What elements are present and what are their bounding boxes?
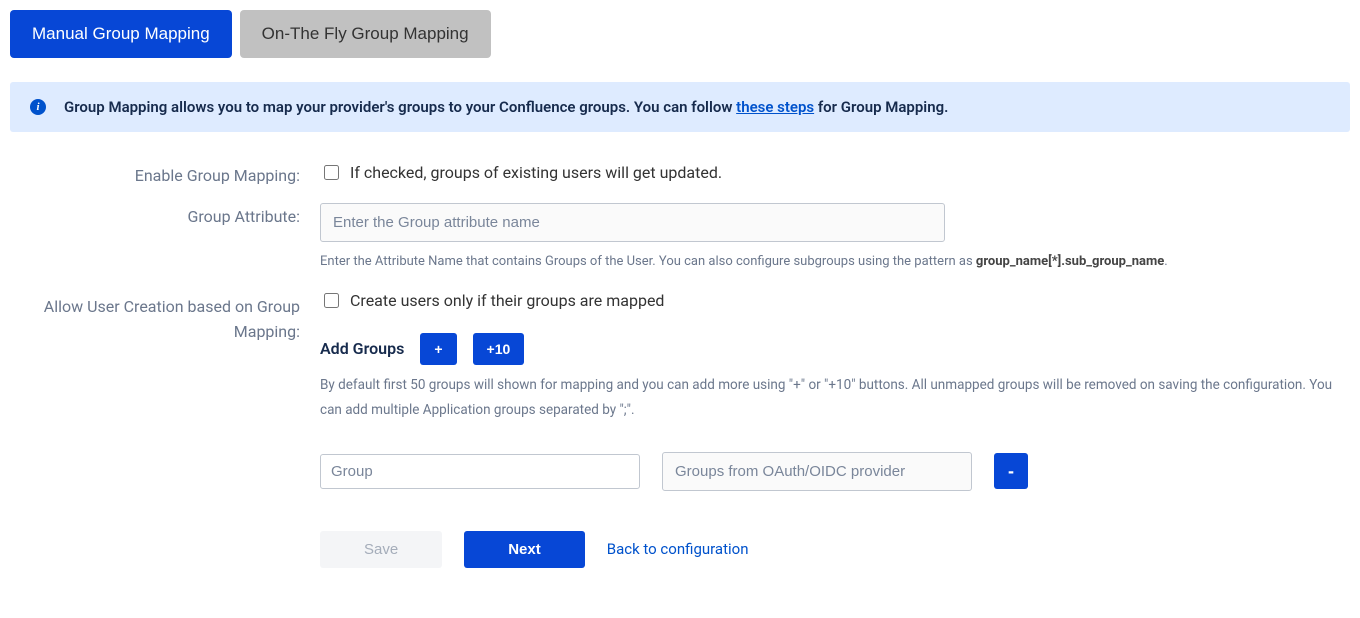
enable-group-mapping-label: Enable Group Mapping:	[20, 162, 320, 185]
info-banner-text: Group Mapping allows you to map your pro…	[64, 98, 948, 116]
group-attribute-help-bold: group_name[*].sub_group_name	[976, 254, 1164, 269]
group-attribute-label: Group Attribute:	[20, 203, 320, 226]
group-name-input[interactable]	[320, 454, 640, 489]
info-icon: i	[30, 99, 46, 115]
allow-user-creation-label: Allow User Creation based on Group Mappi…	[20, 290, 320, 345]
action-button-row: Save Next Back to configuration	[320, 531, 1350, 568]
save-button[interactable]: Save	[320, 531, 442, 568]
back-to-configuration-link[interactable]: Back to configuration	[607, 540, 749, 558]
tabs: Manual Group Mapping On-The Fly Group Ma…	[10, 10, 1350, 58]
provider-groups-input[interactable]	[662, 452, 972, 491]
info-banner-prefix: Group Mapping allows you to map your pro…	[64, 98, 736, 116]
group-attribute-input[interactable]	[320, 203, 945, 242]
group-attribute-help: Enter the Attribute Name that contains G…	[320, 252, 1350, 272]
add-groups-label: Add Groups	[320, 339, 404, 358]
next-button[interactable]: Next	[464, 531, 585, 568]
tab-on-the-fly-group-mapping[interactable]: On-The Fly Group Mapping	[240, 10, 491, 58]
form-content: Enable Group Mapping: If checked, groups…	[10, 162, 1350, 568]
info-banner-suffix: for Group Mapping.	[814, 98, 948, 116]
remove-group-row-button[interactable]: -	[994, 453, 1028, 489]
info-banner: i Group Mapping allows you to map your p…	[10, 82, 1350, 132]
group-mapping-row: -	[320, 452, 1350, 491]
tab-manual-group-mapping[interactable]: Manual Group Mapping	[10, 10, 232, 58]
enable-group-mapping-text: If checked, groups of existing users wil…	[350, 163, 722, 182]
these-steps-link[interactable]: these steps	[736, 98, 814, 116]
group-attribute-help-prefix: Enter the Attribute Name that contains G…	[320, 254, 976, 269]
add-group-plus10-button[interactable]: +10	[473, 333, 525, 365]
allow-user-creation-checkbox[interactable]	[324, 293, 339, 308]
add-group-plus-button[interactable]: +	[420, 333, 456, 365]
allow-user-creation-text: Create users only if their groups are ma…	[350, 291, 664, 310]
group-attribute-help-suffix: .	[1164, 254, 1167, 269]
add-groups-help: By default first 50 groups will shown fo…	[320, 373, 1350, 424]
enable-group-mapping-checkbox[interactable]	[324, 165, 339, 180]
